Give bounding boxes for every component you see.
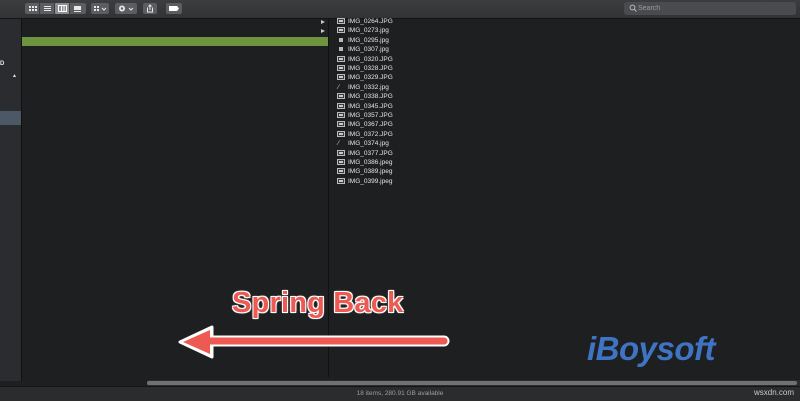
search-field[interactable] <box>624 2 796 15</box>
selected-folder-row[interactable] <box>22 37 328 46</box>
column-view-icon <box>58 5 67 12</box>
image-thumbnail-icon <box>337 159 345 165</box>
image-thumbnail-icon <box>337 65 345 71</box>
image-thumbnail-icon <box>337 74 345 81</box>
annotation-label: Spring Back <box>232 287 404 319</box>
image-glyph-icon: ∕ <box>338 140 340 148</box>
file-name: IMG_0389.jpeg <box>348 168 393 176</box>
image-thumbnail-icon <box>337 27 345 34</box>
icon-view-button[interactable] <box>25 3 40 14</box>
file-name: IMG_0264.JPG <box>348 18 393 25</box>
status-bar: 18 items, 280.91 GB available <box>0 386 800 401</box>
group-by-button[interactable] <box>91 3 109 14</box>
file-name: IMG_0328.JPG <box>348 65 393 72</box>
file-name: IMG_0357.JPG <box>348 112 393 119</box>
sidebar-selected-item[interactable] <box>0 111 21 125</box>
file-name: IMG_0374.jpg <box>348 140 389 148</box>
list-view-button[interactable] <box>40 3 55 14</box>
status-text: 18 items, 280.91 GB available <box>356 390 444 397</box>
finder-toolbar <box>0 0 800 19</box>
image-thumbnail-icon <box>337 121 345 128</box>
image-thumbnail-icon <box>337 130 345 137</box>
sidebar-item-device[interactable]: D <box>0 61 4 67</box>
search-input[interactable] <box>638 2 788 15</box>
file-name: IMG_0345.JPG <box>348 102 393 110</box>
file-name: IMG_0399.jpeg <box>348 177 393 185</box>
left-arrow-icon <box>178 325 450 359</box>
disclosure-arrow-icon[interactable] <box>321 29 325 33</box>
file-name: IMG_0329.JPG <box>348 74 393 82</box>
image-thumbnail-icon <box>337 112 345 118</box>
disclosure-arrow-icon[interactable] <box>321 20 325 24</box>
action-menu-button[interactable] <box>115 3 137 14</box>
file-name: IMG_0273.jpg <box>348 27 389 35</box>
image-thumbnail-icon <box>337 102 345 109</box>
image-thumbnail-icon <box>337 149 345 156</box>
file-name: IMG_0338.JPG <box>348 93 393 101</box>
gear-icon <box>119 5 134 12</box>
file-name: IMG_0386.jpeg <box>348 159 393 166</box>
image-small-icon <box>339 47 343 52</box>
share-button[interactable] <box>143 3 157 14</box>
sidebar: D ▲ <box>0 19 22 381</box>
share-icon <box>147 4 153 13</box>
image-thumbnail-icon <box>337 177 345 184</box>
image-glyph-icon: ∕ <box>338 83 340 91</box>
search-icon <box>629 4 637 12</box>
gallery-view-icon <box>74 6 81 12</box>
file-name: IMG_0377.JPG <box>348 149 393 157</box>
file-name: IMG_0332.jpg <box>348 83 389 91</box>
icon-view-icon <box>29 6 37 11</box>
scrollbar-thumb[interactable] <box>147 381 797 385</box>
image-thumbnail-icon <box>337 18 345 24</box>
image-small-icon <box>339 37 343 42</box>
watermark-site: wsxdn.com <box>753 388 794 397</box>
file-name: IMG_0372.JPG <box>348 130 393 138</box>
view-mode-segmented-control <box>25 3 86 14</box>
file-name: IMG_0295.jpg <box>348 36 389 44</box>
list-view-icon <box>44 6 51 11</box>
gallery-view-button[interactable] <box>70 3 85 14</box>
image-thumbnail-icon <box>337 93 345 100</box>
file-name: IMG_0307.jpg <box>348 46 389 54</box>
eject-icon[interactable]: ▲ <box>12 73 17 79</box>
iboysoft-logo: iBoysoft <box>587 330 716 367</box>
file-name: IMG_0320.JPG <box>348 55 393 63</box>
tag-button[interactable] <box>166 3 182 14</box>
group-by-grid-icon <box>94 6 107 11</box>
tag-icon <box>169 6 179 11</box>
finder-window: D ▲ IMG_0264.JPG IMG_0273.jpgIMG_0295.jpg… <box>0 0 800 401</box>
file-name: IMG_0367.JPG <box>348 121 393 129</box>
column-view-button[interactable] <box>55 3 70 14</box>
image-thumbnail-icon <box>337 55 345 62</box>
image-thumbnail-icon <box>337 168 345 175</box>
